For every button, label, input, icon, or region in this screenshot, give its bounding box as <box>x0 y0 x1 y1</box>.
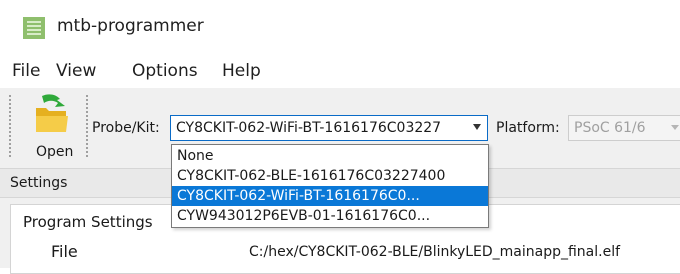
program-settings-title: Program Settings <box>23 213 153 231</box>
menu-options[interactable]: Options <box>132 61 198 81</box>
menu-file[interactable]: File <box>12 61 40 81</box>
toolbar-grip[interactable] <box>85 94 89 158</box>
file-path-value[interactable]: C:/hex/CY8CKIT-062-BLE/BlinkyLED_mainapp… <box>249 244 620 260</box>
probe-kit-label: Probe/Kit: <box>92 120 160 136</box>
menu-help[interactable]: Help <box>222 61 261 81</box>
chevron-down-icon[interactable] <box>671 125 679 130</box>
open-label: Open <box>36 144 74 160</box>
window-title: mtb-programmer <box>57 16 204 36</box>
menu-view[interactable]: View <box>56 61 96 81</box>
platform-value: PSoC 61/6 <box>574 120 646 136</box>
app-window: mtb-programmer File View Options Help Op… <box>0 0 680 274</box>
folder-open-icon <box>36 94 68 132</box>
chevron-down-icon[interactable] <box>473 124 481 130</box>
platform-label: Platform: <box>496 120 560 136</box>
dropdown-option[interactable]: CY8CKIT-062-BLE-1616176C03227400 <box>172 166 488 186</box>
probe-kit-dropdown: None CY8CKIT-062-BLE-1616176C03227400 CY… <box>171 144 489 228</box>
dropdown-option-selected[interactable]: CY8CKIT-062-WiFi-BT-1616176C0... <box>172 186 488 206</box>
app-icon <box>23 17 45 39</box>
open-button[interactable]: Open <box>16 90 76 164</box>
platform-select[interactable]: PSoC 61/6 <box>568 115 680 141</box>
file-label: File <box>51 242 78 261</box>
settings-title: Settings <box>10 175 68 191</box>
probe-kit-value: CY8CKIT-062-WiFi-BT-1616176C03227 <box>176 120 442 136</box>
toolbar-grip[interactable] <box>8 94 12 158</box>
title-bar: mtb-programmer <box>0 0 680 52</box>
dropdown-option[interactable]: None <box>172 146 488 166</box>
probe-kit-select[interactable]: CY8CKIT-062-WiFi-BT-1616176C03227 <box>170 115 488 141</box>
menu-bar: File View Options Help <box>0 52 680 88</box>
dropdown-option[interactable]: CYW943012P6EVB-01-1616176C0... <box>172 206 488 226</box>
